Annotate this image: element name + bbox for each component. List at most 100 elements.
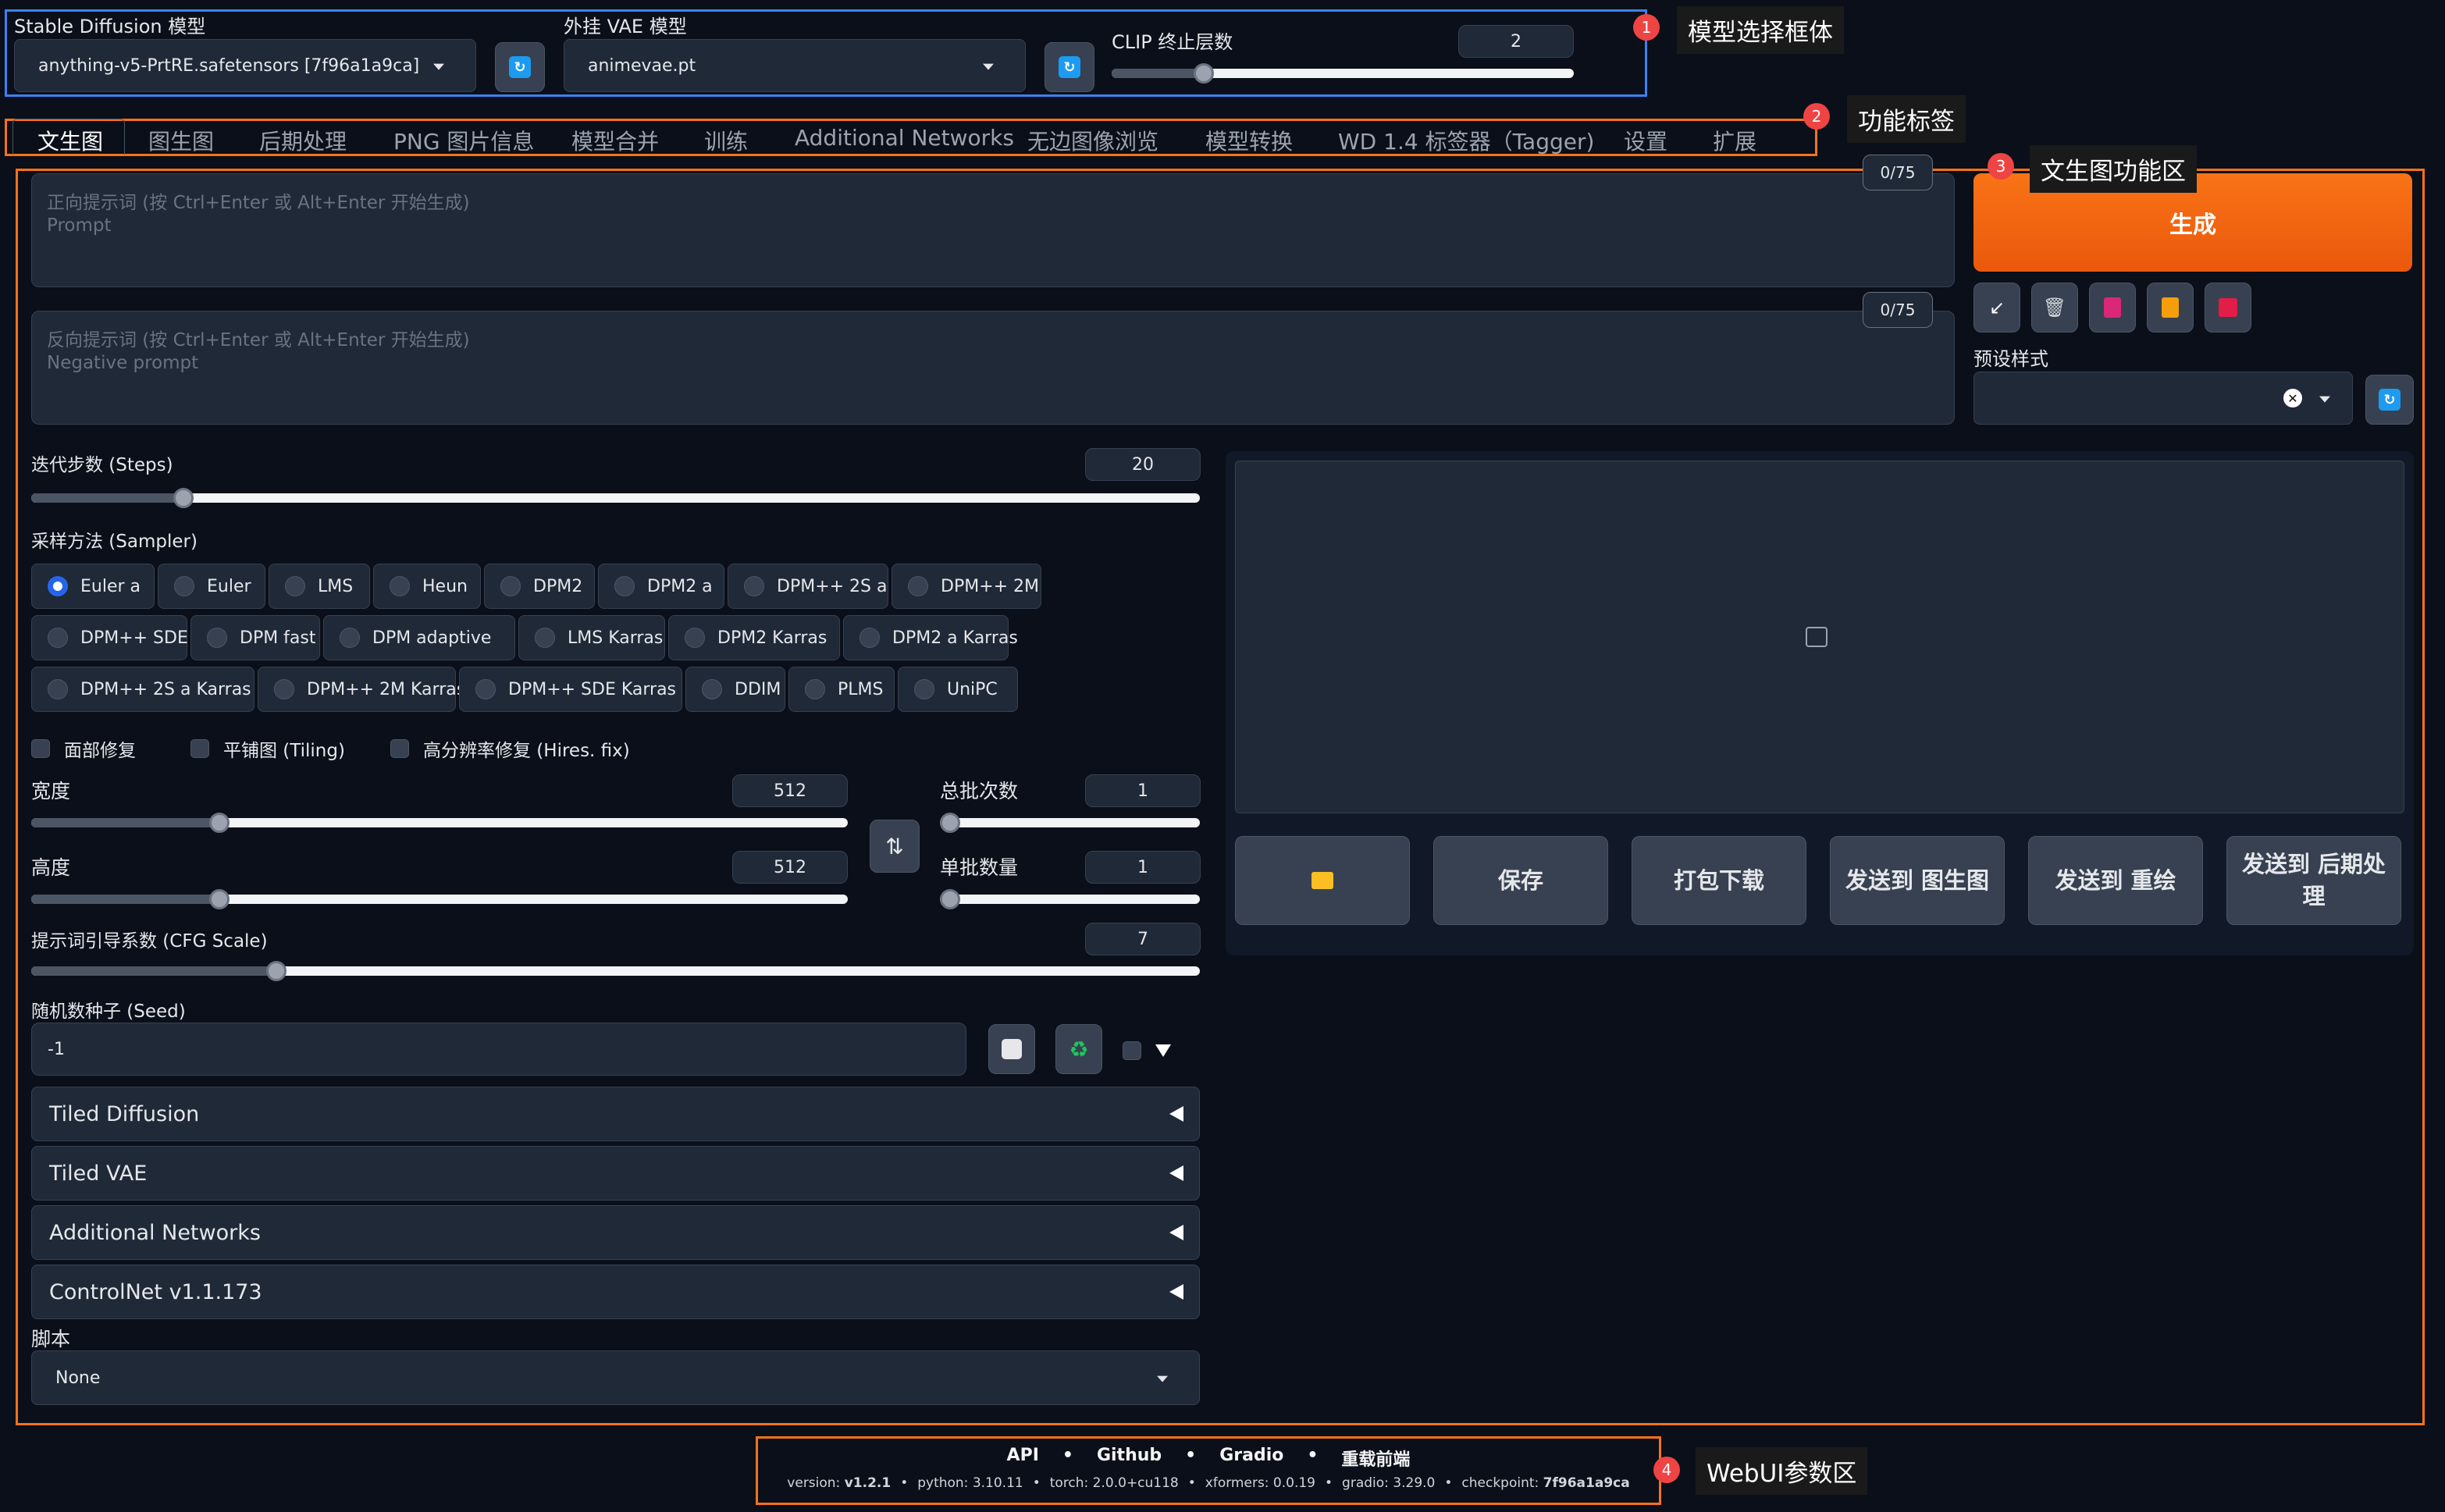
steps-value[interactable]: 20 [1085, 448, 1201, 481]
cfg-value[interactable]: 7 [1085, 923, 1201, 955]
radio-icon[interactable] [908, 576, 928, 596]
accordion-tiled-diffusion[interactable]: Tiled Diffusion [31, 1087, 1200, 1141]
sampler-option[interactable]: LMS Karras [518, 615, 665, 660]
send-to-inpaint-button[interactable]: 发送到 重绘 [2028, 836, 2203, 925]
radio-icon[interactable] [207, 628, 227, 648]
height-thumb[interactable] [208, 889, 230, 909]
tab-5[interactable]: 训练 [704, 125, 748, 156]
seed-input[interactable]: -1 [31, 1023, 966, 1076]
steps-thumb[interactable] [173, 488, 194, 508]
extra-networks-button[interactable] [2089, 283, 2136, 333]
radio-icon[interactable] [859, 628, 880, 648]
radio-icon[interactable] [48, 628, 68, 648]
footer-link[interactable]: Gradio [1219, 1446, 1283, 1471]
radio-icon[interactable] [285, 576, 305, 596]
clip-skip-thumb[interactable] [1194, 63, 1215, 84]
radio-icon[interactable] [174, 576, 194, 596]
width-value[interactable]: 512 [732, 774, 848, 807]
steps-slider[interactable] [31, 488, 1200, 508]
save-style-button[interactable] [2205, 283, 2251, 333]
batch-count-value[interactable]: 1 [1085, 774, 1201, 807]
sampler-option[interactable]: DPM2 Karras [668, 615, 840, 660]
open-folder-button[interactable] [1235, 836, 1410, 925]
checkbox-box[interactable] [31, 739, 50, 758]
sampler-option[interactable]: Heun [373, 564, 481, 609]
clip-skip-value[interactable]: 2 [1458, 25, 1574, 58]
refresh-styles-button[interactable]: ↻ [2365, 375, 2414, 425]
tab-6[interactable]: Additional Networks [795, 125, 1014, 151]
width-thumb[interactable] [208, 813, 230, 833]
batch-count-thumb[interactable] [940, 813, 960, 833]
radio-icon[interactable] [805, 679, 825, 699]
sampler-option[interactable]: DPM2 [484, 564, 595, 609]
sampler-option[interactable]: DPM++ 2M Karras [258, 667, 465, 712]
batch-size-slider[interactable] [940, 889, 1200, 909]
send-to-extras-button[interactable]: 发送到 后期处理 [2226, 836, 2401, 925]
radio-icon[interactable] [475, 679, 496, 699]
sampler-option[interactable]: DPM++ 2S a Karras [31, 667, 254, 712]
random-seed-button[interactable] [988, 1024, 1035, 1074]
sampler-option[interactable]: DPM++ SDE [31, 615, 188, 660]
radio-icon[interactable] [390, 576, 410, 596]
width-slider[interactable] [31, 813, 848, 833]
cfg-slider[interactable] [31, 961, 1200, 981]
height-value[interactable]: 512 [732, 851, 848, 884]
checkbox-box[interactable] [190, 739, 209, 758]
tab-9[interactable]: WD 1.4 标签器（Tagger) [1338, 125, 1594, 156]
batch-size-thumb[interactable] [940, 889, 960, 909]
tab-10[interactable]: 设置 [1624, 125, 1667, 156]
sampler-option[interactable]: DPM++ SDE Karras [459, 667, 682, 712]
script-dropdown[interactable]: None [31, 1350, 1200, 1405]
sampler-option[interactable]: PLMS [788, 667, 895, 712]
hires-fix-checkbox[interactable]: 高分辨率修复 (Hires. fix) [390, 735, 630, 762]
swap-dimensions-button[interactable]: ⇅ [870, 820, 920, 873]
clip-skip-slider[interactable] [1112, 63, 1574, 84]
extra-seed-toggle-icon[interactable] [1155, 1044, 1171, 1057]
sampler-option[interactable]: DDIM [685, 667, 785, 712]
tab-8[interactable]: 模型转换 [1205, 125, 1293, 156]
sampler-option[interactable]: DPM adaptive [323, 615, 515, 660]
send-to-img2img-button[interactable]: 发送到 图生图 [1830, 836, 2005, 925]
tab-2[interactable]: 后期处理 [259, 125, 347, 156]
checkbox-box[interactable] [390, 739, 409, 758]
height-slider[interactable] [31, 889, 848, 909]
save-button[interactable]: 保存 [1433, 836, 1608, 925]
accordion-tiled-vae[interactable]: Tiled VAE [31, 1146, 1200, 1201]
tab-3[interactable]: PNG 图片信息 [393, 125, 534, 156]
tab-11[interactable]: 扩展 [1713, 125, 1756, 156]
extra-seed-checkbox[interactable] [1123, 1041, 1141, 1060]
radio-icon[interactable] [500, 576, 521, 596]
read-params-button[interactable]: ↙ [1973, 283, 2020, 333]
sampler-option[interactable]: DPM2 a Karras [843, 615, 1018, 660]
sampler-option[interactable]: DPM++ 2M [892, 564, 1041, 609]
radio-icon[interactable] [914, 679, 934, 699]
footer-link[interactable]: API [1007, 1446, 1039, 1471]
footer-link[interactable]: 重载前端 [1341, 1446, 1410, 1471]
batch-count-slider[interactable] [940, 813, 1200, 833]
face-restore-checkbox[interactable]: 面部修复 [31, 735, 136, 762]
clear-prompt-button[interactable]: 🗑 [2031, 283, 2078, 333]
cfg-thumb[interactable] [266, 961, 287, 981]
radio-icon[interactable] [702, 679, 722, 699]
accordion-additional-networks[interactable]: Additional Networks [31, 1205, 1200, 1260]
reuse-seed-button[interactable]: ♻ [1055, 1024, 1102, 1074]
radio-icon[interactable] [535, 628, 555, 648]
refresh-sd-button[interactable]: ↻ [495, 42, 545, 92]
refresh-vae-button[interactable]: ↻ [1045, 42, 1094, 92]
close-icon[interactable]: ✕ [2283, 389, 2302, 407]
sampler-option[interactable]: DPM++ 2S a [728, 564, 888, 609]
sampler-option[interactable]: LMS [269, 564, 370, 609]
tab-0[interactable]: 文生图 [37, 125, 103, 156]
radio-icon[interactable] [614, 576, 635, 596]
sampler-option[interactable]: DPM2 a [598, 564, 724, 609]
tab-7[interactable]: 无边图像浏览 [1027, 125, 1158, 156]
sampler-option[interactable]: Euler [158, 564, 265, 609]
batch-size-value[interactable]: 1 [1085, 851, 1201, 884]
tiling-checkbox[interactable]: 平铺图 (Tiling) [190, 735, 345, 762]
styles-dropdown[interactable]: ✕ [1973, 372, 2353, 425]
tab-4[interactable]: 模型合并 [571, 125, 659, 156]
vae-model-dropdown[interactable]: animevae.pt [564, 39, 1026, 92]
footer-link[interactable]: Github [1097, 1446, 1162, 1471]
radio-icon[interactable] [744, 576, 764, 596]
sampler-option[interactable]: UniPC [898, 667, 1018, 712]
